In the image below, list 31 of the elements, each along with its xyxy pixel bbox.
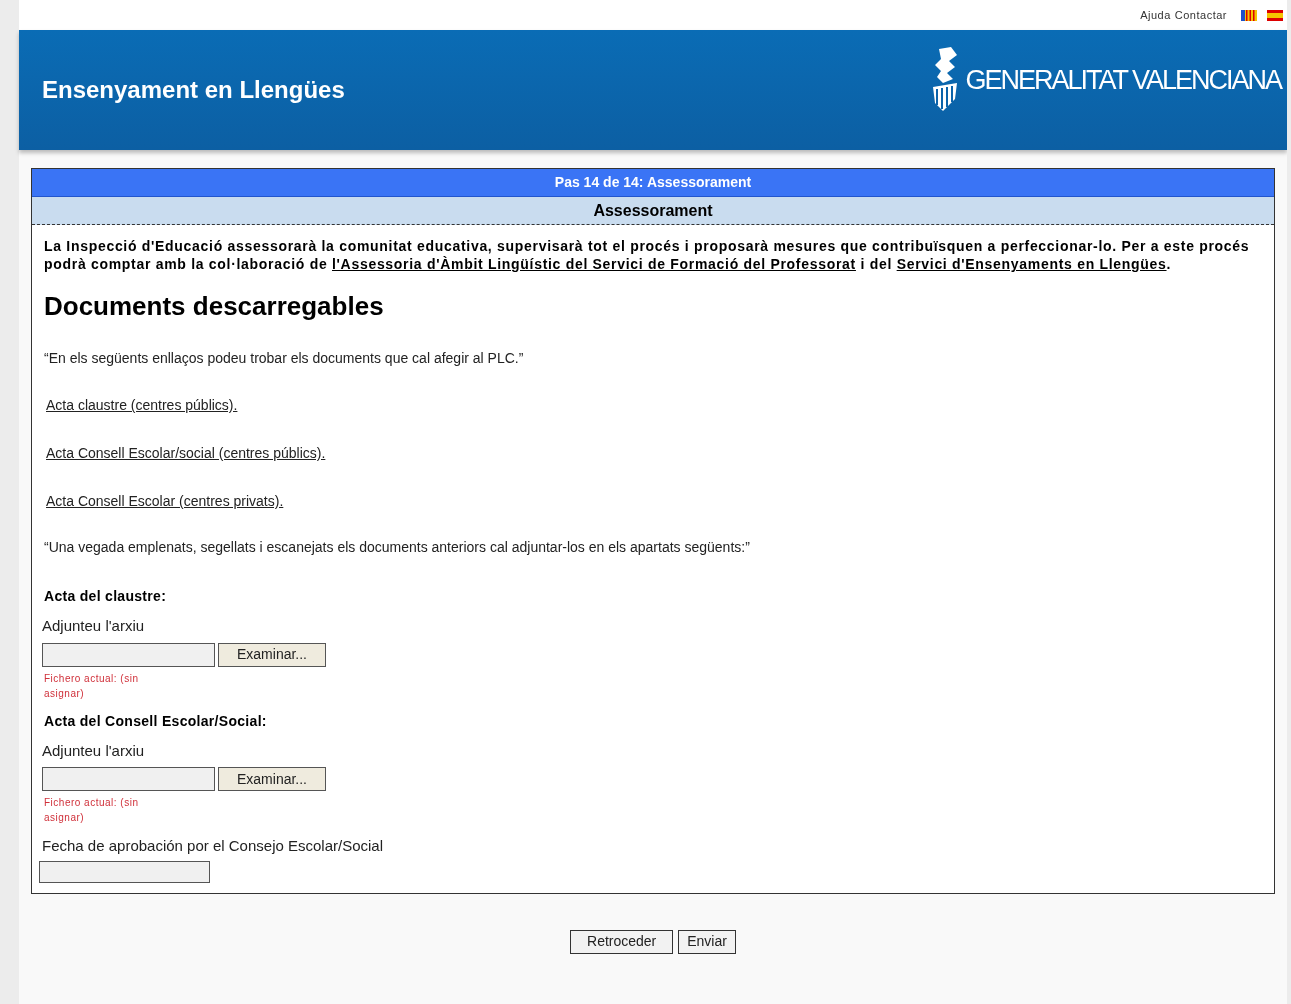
step-header: Pas 14 de 14: Assessorament: [32, 169, 1274, 197]
file-field[interactable]: [42, 767, 215, 791]
flag-icon[interactable]: [1241, 9, 1257, 21]
documents-heading: Documents descarregables: [44, 290, 385, 323]
browse-button[interactable]: Examinar...: [218, 767, 326, 791]
header-link[interactable]: Contactar: [1174, 6, 1227, 24]
upload-heading: Acta del Consell Escolar/Social:: [44, 711, 268, 731]
site-title: Ensenyament en Llengües: [41, 75, 345, 105]
document-link[interactable]: Acta Consell Escolar (centres privats).: [46, 493, 284, 509]
field-label: Adjunteu l'arxiu: [42, 740, 146, 761]
documents-note: “En els següents enllaços podeu trobar els documents que cal afegir al PLC.”: [44, 349, 525, 368]
flag-icon[interactable]: [1267, 9, 1283, 21]
file-field[interactable]: [42, 642, 215, 667]
field-label: Adjunteu l'arxiu: [42, 616, 146, 636]
current-file-note: Fichero actual: (sin asignar): [44, 796, 140, 825]
intro-paragraph: La Inspecció d'Educació assessorarà la comunitat educativa, supervisarà tot el procés i proposarà mesures que contribuïsquen a perfeccionar-lo. Per a este procés podrà comptar amb la col·laboració de l'Assessoria d'Àmbit Lingüístic del Servici de Formació del Professorat i del Servici d'Ensenyaments en Llengües.: [44, 237, 1251, 273]
link[interactable]: Servici d'Ensenyaments en Llengües: [896, 256, 1167, 272]
date-field[interactable]: [39, 860, 210, 883]
section-header: Assessorament: [32, 197, 1274, 225]
form-button[interactable]: Enviar: [678, 929, 736, 954]
logo-text: GENERALITAT VALENCIANA: [965, 64, 1281, 96]
upload-heading: Acta del claustre:: [44, 587, 168, 606]
field-label: Fecha de aprobación por el Consejo Escolar/Social: [42, 836, 385, 856]
form-button[interactable]: Retroceder: [570, 929, 674, 954]
header-link[interactable]: Ajuda: [1140, 6, 1171, 24]
browse-button[interactable]: Examinar...: [218, 642, 326, 667]
link[interactable]: l'Assessoria d'Àmbit Lingüístic del Servici de Formació del Professorat: [332, 256, 856, 272]
document-link[interactable]: Acta Consell Escolar/social (centres públics).: [46, 445, 326, 461]
upload-note: “Una vegada emplenats, segellats i escanejats els documents anteriors cal adjuntar-los en els apartats següents:”: [44, 538, 751, 557]
document-link[interactable]: Acta claustre (centres públics).: [46, 397, 238, 413]
current-file-note: Fichero actual: (sin asignar): [44, 671, 140, 701]
